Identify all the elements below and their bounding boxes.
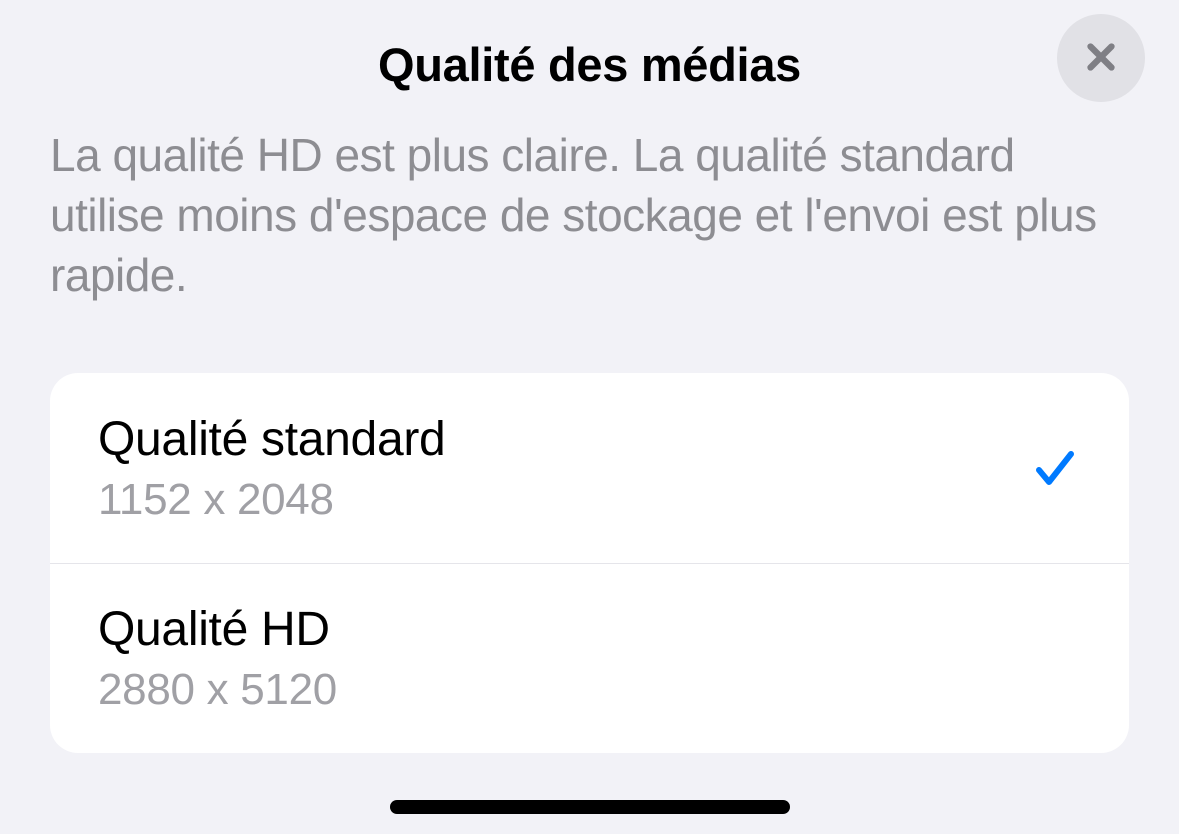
- home-indicator[interactable]: [390, 800, 790, 814]
- checkmark-icon: [1029, 442, 1081, 494]
- option-resolution: 2880 x 5120: [98, 665, 337, 715]
- option-label: Qualité standard: [98, 412, 445, 467]
- option-resolution: 1152 x 2048: [98, 475, 445, 525]
- quality-options-list: Qualité standard 1152 x 2048 Qualité HD …: [50, 373, 1129, 753]
- option-standard-quality[interactable]: Qualité standard 1152 x 2048: [50, 373, 1129, 563]
- modal-description: La qualité HD est plus claire. La qualit…: [0, 104, 1179, 305]
- close-button[interactable]: [1057, 14, 1145, 102]
- option-label: Qualité HD: [98, 602, 337, 657]
- modal-header: Qualité des médias: [0, 24, 1179, 104]
- option-text-group: Qualité standard 1152 x 2048: [98, 412, 445, 525]
- option-hd-quality[interactable]: Qualité HD 2880 x 5120: [50, 563, 1129, 753]
- close-icon: [1080, 36, 1122, 81]
- media-quality-modal: Qualité des médias La qualité HD est plu…: [0, 0, 1179, 834]
- option-text-group: Qualité HD 2880 x 5120: [98, 602, 337, 715]
- modal-title: Qualité des médias: [378, 37, 801, 92]
